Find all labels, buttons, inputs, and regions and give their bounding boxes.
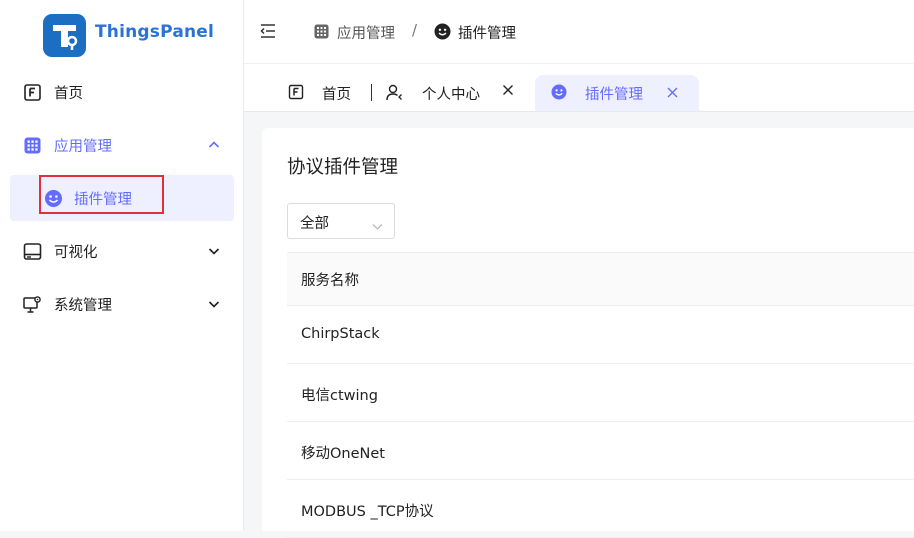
home-icon <box>288 84 304 100</box>
table-header: 服务名称 <box>287 252 914 306</box>
brand-name[interactable]: ThingsPanel <box>95 22 214 42</box>
breadcrumb-current: 插件管理 <box>458 26 516 42</box>
filter-select[interactable]: 全部 <box>287 203 395 239</box>
chevron-down-icon[interactable] <box>208 245 220 257</box>
table-cell: MODBUS _TCP协议 <box>301 504 434 520</box>
tab-profile[interactable]: 个人中心 <box>380 75 520 111</box>
page-title: 协议插件管理 <box>287 157 399 178</box>
filter-value: 全部 <box>300 216 329 232</box>
table-cell: 电信ctwing <box>301 388 378 404</box>
grid-icon <box>314 24 329 39</box>
monitor-icon <box>23 242 42 261</box>
plugin-table: 服务名称 ChirpStack 电信ctwing 移动OneNet MODBUS… <box>287 252 914 538</box>
tab-plugin-management[interactable]: 插件管理 <box>535 75 699 111</box>
sidebar-item-label: 可视化 <box>54 245 98 261</box>
chevron-down-icon[interactable] <box>208 298 220 310</box>
sidebar-item-label: 系统管理 <box>54 298 112 314</box>
grid-icon <box>23 136 42 155</box>
sidebar-item-visualization[interactable]: 可视化 <box>10 228 234 274</box>
table-row[interactable]: MODBUS _TCP协议 <box>287 480 914 538</box>
table-row[interactable]: 移动OneNet <box>287 422 914 480</box>
close-icon[interactable] <box>667 86 678 98</box>
chevron-up-icon[interactable] <box>208 139 220 151</box>
chevron-down-icon <box>372 217 383 230</box>
table-row[interactable]: ChirpStack <box>287 306 914 364</box>
table-row[interactable]: 电信ctwing <box>287 364 914 422</box>
tab-label: 个人中心 <box>422 87 480 103</box>
smiley-icon <box>551 84 567 100</box>
close-icon[interactable] <box>502 84 514 96</box>
tab-divider <box>371 84 372 101</box>
content-card: 协议插件管理 全部 服务名称 ChirpStack 电信ctwing 移动One… <box>262 128 914 538</box>
smiley-icon <box>434 23 451 40</box>
table-cell: 移动OneNet <box>301 446 385 462</box>
sidebar-item-system-management[interactable]: 系统管理 <box>10 281 234 327</box>
sidebar: ThingsPanel 首页 应用管理 插件管理 可视化 系统管理 <box>0 0 244 531</box>
sidebar-item-home[interactable]: 首页 <box>10 69 234 115</box>
tab-label: 插件管理 <box>585 87 643 103</box>
highlight-box <box>39 175 164 214</box>
home-icon <box>23 83 42 102</box>
column-header-service-name: 服务名称 <box>301 273 359 289</box>
thingspanel-logo[interactable] <box>43 14 86 57</box>
sidebar-item-label: 首页 <box>54 86 83 102</box>
table-cell: ChirpStack <box>301 326 380 342</box>
sidebar-item-apps[interactable]: 应用管理 <box>10 122 234 168</box>
monitor-gear-icon <box>23 295 42 314</box>
tab-home[interactable]: 首页 <box>278 75 373 111</box>
user-icon <box>386 84 402 101</box>
tab-label: 首页 <box>322 87 351 103</box>
top-header: 应用管理 / 插件管理 <box>244 0 914 64</box>
breadcrumb-separator: / <box>412 21 418 39</box>
sidebar-item-label: 应用管理 <box>54 139 112 155</box>
collapse-sidebar-icon[interactable] <box>260 23 276 39</box>
breadcrumb-parent[interactable]: 应用管理 <box>337 22 395 43</box>
tab-bar: 首页 个人中心 插件管理 <box>244 64 914 112</box>
